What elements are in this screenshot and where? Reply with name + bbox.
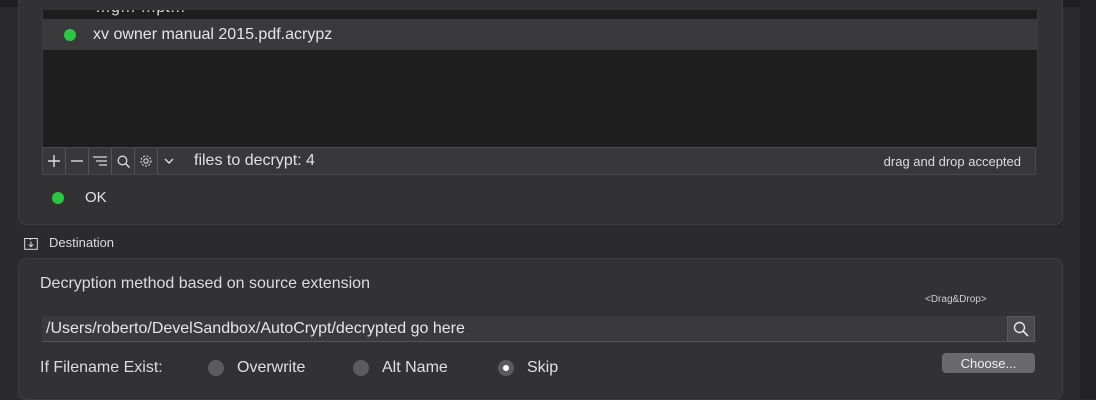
list-item-clipped[interactable]: …g… …pt… — [43, 10, 1037, 19]
radio-label: Overwrite — [237, 359, 306, 376]
search-icon — [1013, 321, 1029, 337]
settings-button[interactable] — [135, 148, 158, 174]
plus-icon — [48, 155, 60, 167]
destination-title: Destination — [49, 235, 115, 250]
list-toolbar: files to decrypt: 4 drag and drop accept… — [42, 147, 1036, 175]
file-list[interactable]: …g… …pt… xv owner manual 2015.pdf.acrypz — [42, 10, 1038, 147]
status-dot-icon — [64, 28, 76, 41]
file-name: xv owner manual 2015.pdf.acrypz — [93, 25, 333, 43]
alt-name-radio[interactable]: Alt Name — [353, 359, 448, 377]
list-button[interactable] — [89, 148, 112, 174]
destination-path-field[interactable]: /Users/roberto/DevelSandbox/AutoCrypt/de… — [42, 316, 1007, 342]
minus-icon — [71, 160, 83, 162]
status-dot-icon — [52, 191, 64, 204]
drag-drop-label: <Drag&Drop> — [925, 294, 987, 305]
status-text: OK — [85, 189, 107, 206]
drag-drop-hint: drag and drop accepted — [883, 153, 1021, 169]
destination-header: Destination — [24, 235, 114, 250]
menu-dropdown-button[interactable] — [158, 148, 180, 174]
radio-label: Alt Name — [382, 359, 448, 376]
search-button[interactable] — [112, 148, 135, 174]
if-exists-label: If Filename Exist: — [40, 359, 163, 376]
radio-circle — [208, 360, 224, 376]
overwrite-radio[interactable]: Overwrite — [208, 359, 305, 377]
radio-label: Skip — [527, 359, 559, 376]
chevron-down-icon — [164, 158, 174, 164]
gear-icon — [140, 155, 152, 167]
status-indicator: OK — [52, 189, 107, 206]
radio-circle-selected — [498, 360, 514, 376]
add-button[interactable] — [43, 148, 66, 174]
list-item[interactable]: xv owner manual 2015.pdf.acrypz — [43, 19, 1037, 50]
list-icon — [93, 156, 107, 166]
path-search-button[interactable] — [1007, 316, 1035, 342]
search-icon — [117, 155, 130, 168]
window-right-edge — [1080, 0, 1096, 399]
choose-button[interactable]: Choose... — [942, 353, 1035, 373]
skip-radio[interactable]: Skip — [498, 359, 558, 377]
remove-button[interactable] — [66, 148, 89, 174]
folder-download-icon — [24, 237, 38, 250]
radio-circle — [353, 360, 369, 376]
files-count-label: files to decrypt: 4 — [194, 152, 315, 169]
method-label: Decryption method based on source extens… — [40, 275, 370, 292]
